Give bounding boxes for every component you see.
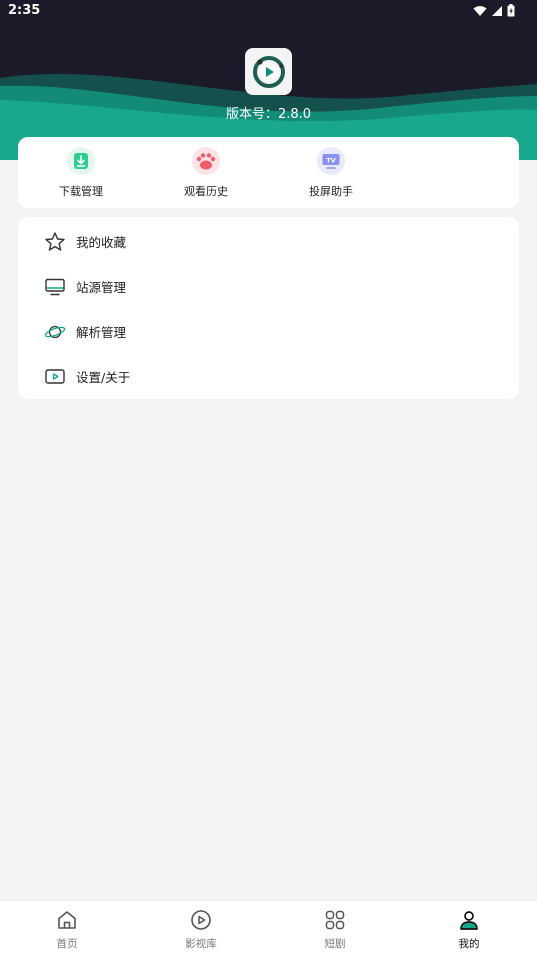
quick-action-label: 下载管理	[59, 185, 103, 198]
quick-action-cast[interactable]: TV 投屏助手	[286, 147, 376, 199]
app-logo-icon	[252, 55, 285, 88]
nav-shorts[interactable]: 短剧	[295, 908, 375, 951]
status-bar: 2:35	[0, 0, 537, 24]
screen: 2:35 版本号：2.8.0 下载管理 观看历史 TV 投屏助手 我的收藏 站源…	[0, 0, 537, 955]
nav-label: 短剧	[324, 938, 346, 950]
quick-action-label: 观看历史	[184, 185, 228, 198]
menu-item-label: 站源管理	[76, 280, 127, 295]
menu-item-settings[interactable]: 设置/关于	[18, 354, 519, 399]
profile-header: 2:35 版本号：2.8.0	[0, 0, 537, 160]
nav-label: 我的	[458, 938, 480, 950]
wifi-icon	[473, 5, 487, 16]
svg-text:TV: TV	[326, 157, 335, 165]
monitor-icon	[44, 276, 66, 298]
quick-action-label: 投屏助手	[309, 185, 353, 198]
app-logo	[245, 48, 292, 95]
status-icons	[473, 4, 515, 17]
version-text: 版本号：2.8.0	[225, 107, 312, 122]
signal-icon	[492, 5, 502, 16]
person-icon	[457, 908, 481, 932]
nav-home[interactable]: 首页	[27, 908, 107, 951]
download-icon	[67, 147, 95, 175]
menu-item-label: 设置/关于	[76, 370, 131, 385]
grid-icon	[323, 908, 347, 932]
tv-cast-icon: TV	[317, 147, 345, 175]
quick-action-download[interactable]: 下载管理	[36, 147, 126, 199]
menu-item-label: 我的收藏	[76, 235, 127, 250]
battery-icon	[507, 4, 515, 17]
nav-mine[interactable]: 我的	[429, 908, 509, 951]
play-screen-icon	[44, 366, 66, 388]
menu-item-parsing[interactable]: 解析管理	[18, 309, 519, 354]
star-icon	[44, 231, 66, 253]
menu-card: 我的收藏 站源管理 解析管理 设置/关于	[18, 217, 519, 399]
menu-item-sources[interactable]: 站源管理	[18, 264, 519, 309]
nav-label: 首页	[56, 938, 78, 950]
nav-library[interactable]: 影视库	[161, 908, 241, 951]
quick-actions-card: 下载管理 观看历史 TV 投屏助手	[18, 137, 519, 208]
bottom-nav: 首页 影视库 短剧 我的	[0, 900, 537, 955]
paw-icon	[192, 147, 220, 175]
home-icon	[55, 908, 79, 932]
status-time: 2:35	[8, 3, 41, 18]
planet-icon	[44, 321, 66, 343]
play-circle-icon	[189, 908, 213, 932]
quick-action-history[interactable]: 观看历史	[161, 147, 251, 199]
menu-item-label: 解析管理	[76, 325, 127, 340]
nav-label: 影视库	[185, 938, 217, 950]
menu-item-favorites[interactable]: 我的收藏	[18, 219, 519, 264]
